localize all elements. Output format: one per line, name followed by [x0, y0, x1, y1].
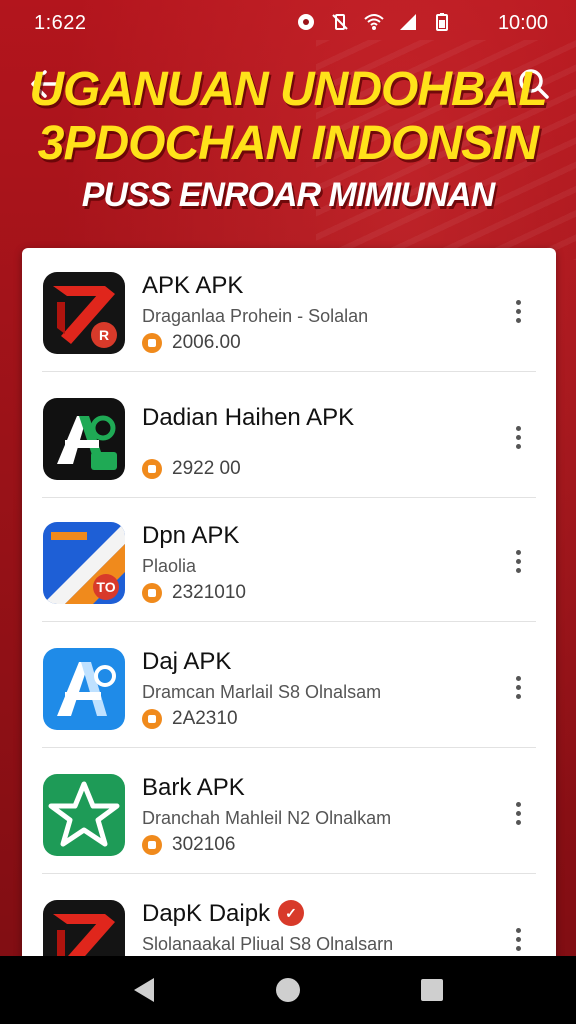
app-meta-value: 2A2310	[172, 708, 238, 729]
battery-icon	[432, 12, 452, 32]
nav-back-button[interactable]	[124, 970, 164, 1010]
download-icon	[142, 333, 162, 353]
more-dot	[515, 676, 521, 681]
more-dot	[515, 802, 521, 807]
more-dot	[515, 568, 521, 573]
nav-home-icon	[276, 978, 300, 1002]
app-meta-value: 2006.00	[172, 332, 241, 353]
app-title: Dadian Haihen APK	[142, 404, 355, 431]
header-banner: UGANUAN UNDOHBAL 3PDOCHAN INDONSIN PUSS …	[0, 50, 576, 240]
more-dot	[515, 820, 521, 825]
vibrate-off-icon	[330, 12, 350, 32]
download-icon	[142, 583, 162, 603]
blue-a-app-icon	[43, 648, 125, 730]
system-navigation-bar	[0, 956, 576, 1024]
headline-line-2: 3PDOCHAN INDONSIN	[37, 117, 539, 170]
app-list-item[interactable]: Dadian Haihen APK 2922 00	[22, 374, 556, 498]
more-options-button[interactable]	[508, 676, 528, 706]
more-dot	[515, 928, 521, 933]
more-dot	[515, 685, 521, 690]
app-list-item[interactable]: R APK APK Draganlaa Prohein - Solalan 20…	[22, 248, 556, 372]
divider	[42, 371, 536, 372]
download-icon	[142, 459, 162, 479]
nav-recent-icon	[421, 979, 443, 1001]
status-icons	[296, 12, 452, 32]
status-bar: 1:622 10:00	[0, 0, 576, 48]
divider	[42, 747, 536, 748]
more-options-button[interactable]	[508, 928, 528, 958]
app-subtitle: Dranchah Mahleil N2 Olnalkam	[142, 808, 392, 828]
app-list-item[interactable]: Bark APK Dranchah Mahleil N2 Olnalkam 30…	[22, 750, 556, 874]
app-list-item[interactable]: TO Dpn APK Plaolia 2321010	[22, 498, 556, 622]
more-dot	[515, 559, 521, 564]
download-icon	[142, 835, 162, 855]
app-meta-value: 302106	[172, 834, 236, 855]
app-title: DapK Daipk	[142, 900, 271, 927]
more-dot	[515, 946, 521, 951]
app-title: APK APK	[142, 272, 244, 299]
headline-subtitle: PUSS ENROAR MIMIUNAN	[81, 176, 496, 214]
app-subtitle: Draganlaa Prohein - Solalan	[142, 306, 369, 326]
more-dot	[515, 811, 521, 816]
more-options-button[interactable]	[508, 802, 528, 832]
blue-orange-app-icon: TO	[43, 522, 125, 604]
status-time: 1:622	[34, 12, 87, 34]
red-black-arrow-app-icon: R	[43, 272, 125, 354]
more-dot	[515, 309, 521, 314]
status-clock: 10:00	[497, 12, 548, 34]
app-list-item[interactable]: Daj APK Dramcan Marlail S8 Olnalsam 2A23…	[22, 624, 556, 748]
app-title: Dpn APK	[142, 522, 240, 549]
more-dot	[515, 435, 521, 440]
more-dot	[515, 937, 521, 942]
app-title: Daj APK	[142, 648, 232, 675]
app-meta: 2922 00	[142, 458, 241, 480]
app-list-card: R APK APK Draganlaa Prohein - Solalan 20…	[22, 248, 556, 968]
verified-icon: ✓	[278, 900, 304, 926]
more-options-button[interactable]	[508, 550, 528, 580]
app-meta-value: 2321010	[172, 582, 246, 603]
record-icon	[296, 12, 316, 32]
more-options-button[interactable]	[508, 426, 528, 456]
more-dot	[515, 318, 521, 323]
more-dot	[515, 300, 521, 305]
app-meta: 2A2310	[142, 708, 238, 730]
divider	[42, 873, 536, 874]
download-icon	[142, 709, 162, 729]
app-meta-value: 2922 00	[172, 458, 241, 479]
app-list-item[interactable]: DapK Daipk ✓ Slolanaakal Pliual S8 Olnal…	[22, 876, 556, 968]
app-subtitle: Dramcan Marlail S8 Olnalsam	[142, 682, 382, 702]
app-meta: 2006.00	[142, 332, 241, 354]
headline-line-1: UGANUAN UNDOHBAL	[29, 63, 547, 116]
green-star-app-icon	[43, 774, 125, 856]
app-badge: TO	[93, 574, 119, 600]
nav-home-button[interactable]	[268, 970, 308, 1010]
app-subtitle: Slolanaakal Pliual S8 Olnalsarn	[142, 934, 394, 954]
nav-back-icon	[134, 978, 154, 1002]
more-dot	[515, 426, 521, 431]
more-dot	[515, 694, 521, 699]
app-title: Bark APK	[142, 774, 245, 801]
wifi-icon	[364, 12, 384, 32]
more-options-button[interactable]	[508, 300, 528, 330]
app-meta: 2321010	[142, 582, 246, 604]
black-green-a-app-icon	[43, 398, 125, 480]
app-badge: R	[91, 322, 117, 348]
more-dot	[515, 550, 521, 555]
nav-recent-button[interactable]	[412, 970, 452, 1010]
more-dot	[515, 444, 521, 449]
signal-icon	[398, 12, 418, 32]
divider	[42, 621, 536, 622]
app-subtitle: Plaolia	[142, 556, 197, 576]
app-meta: 302106	[142, 834, 235, 856]
